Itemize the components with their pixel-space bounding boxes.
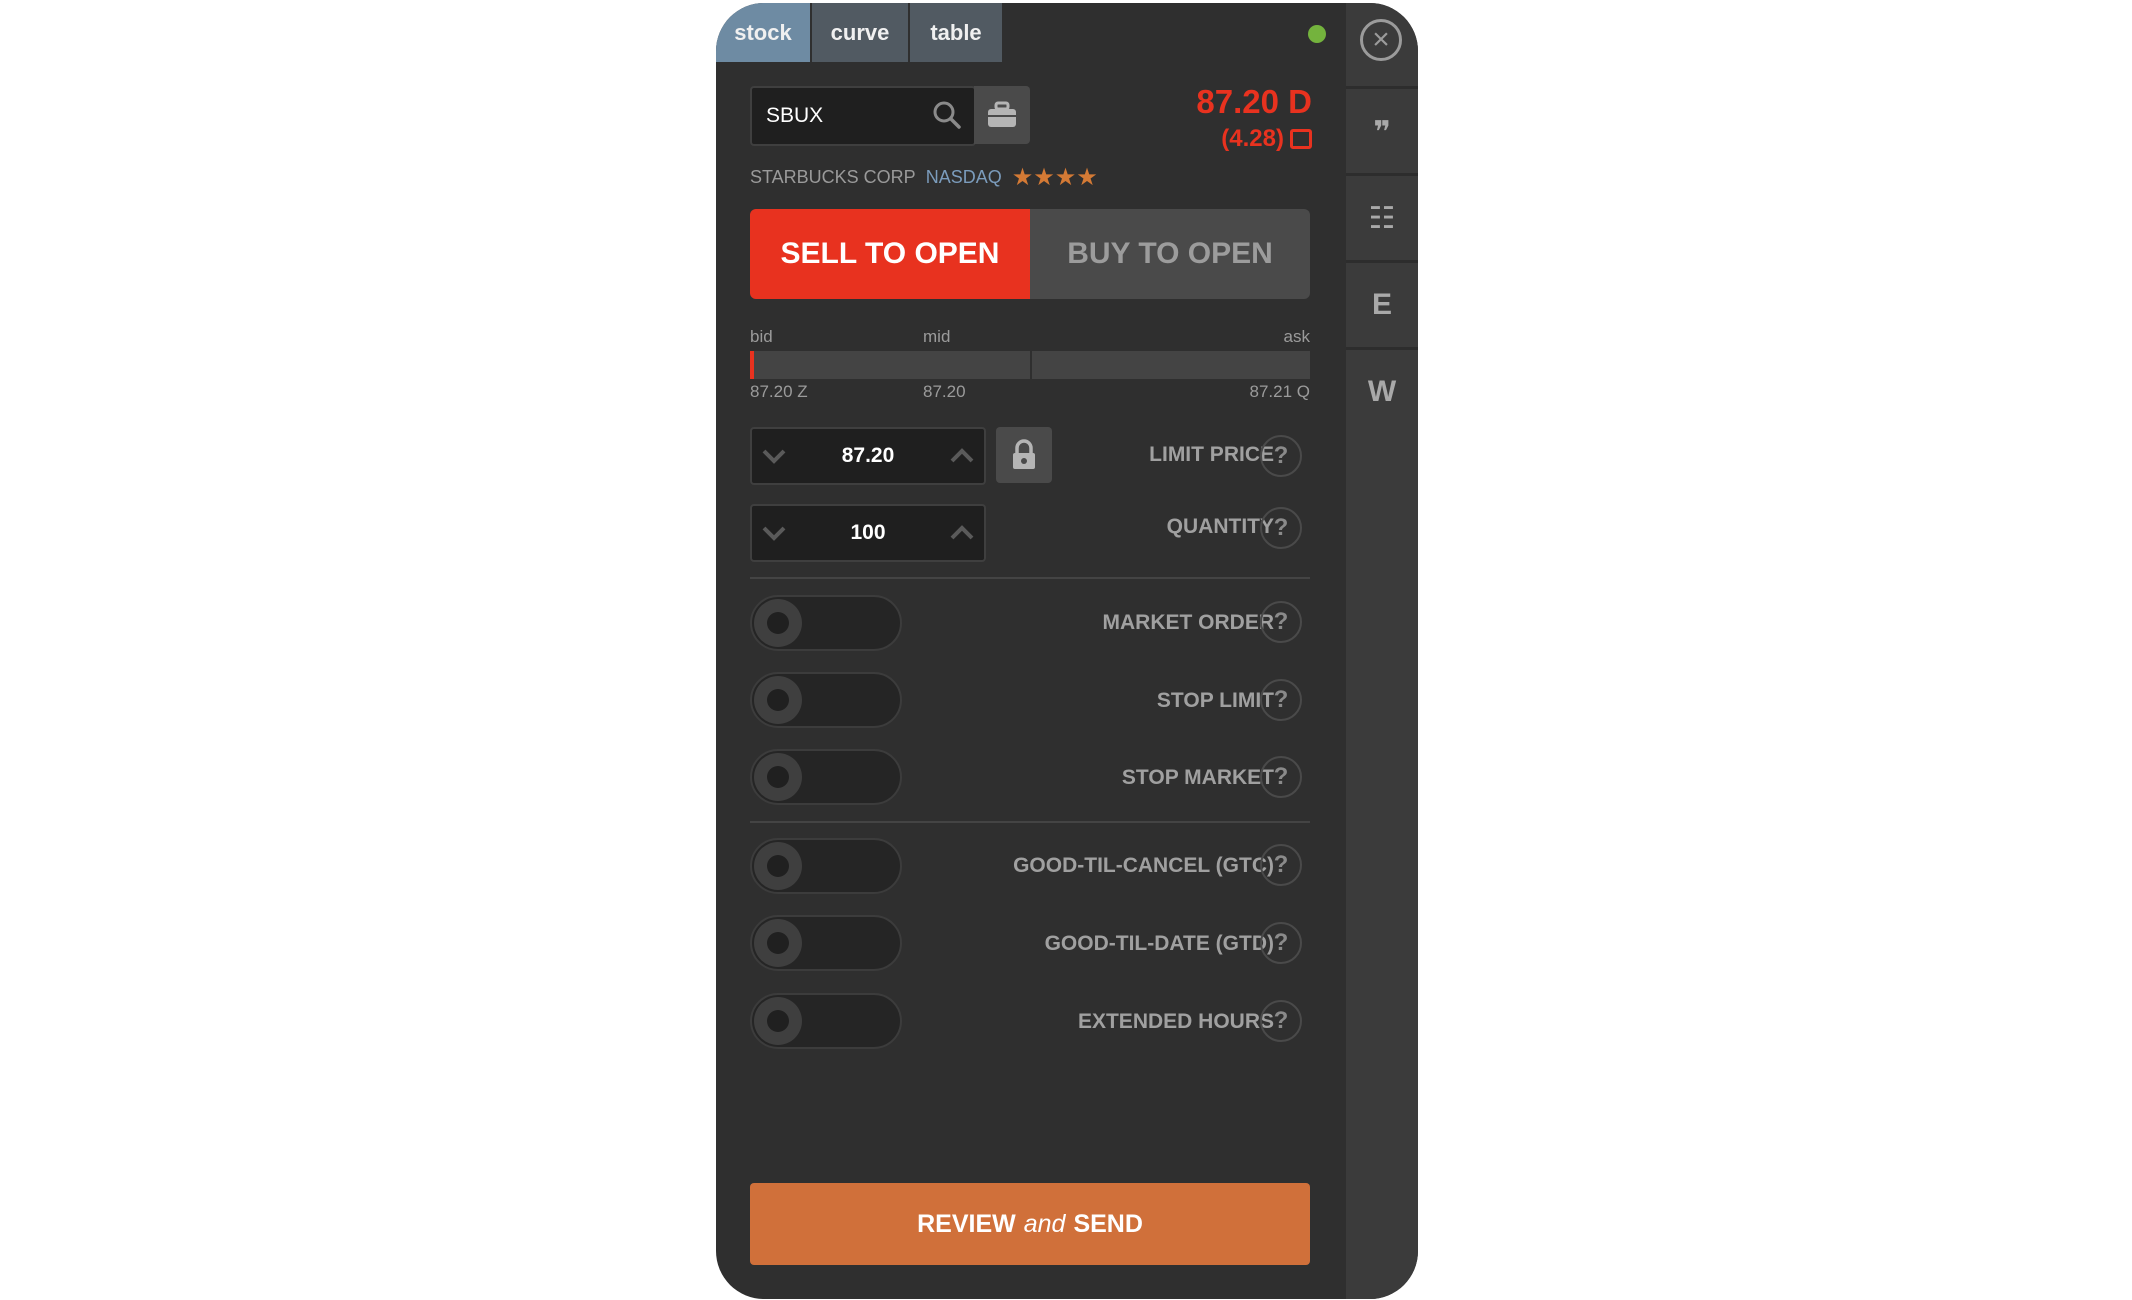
help-icon[interactable]: ? bbox=[1260, 844, 1302, 886]
chat-icon[interactable] bbox=[1290, 129, 1312, 149]
limit-price-value[interactable]: 87.20 bbox=[842, 444, 895, 468]
toggle-knob bbox=[754, 997, 802, 1045]
help-icon[interactable]: ? bbox=[1260, 679, 1302, 721]
lock-icon[interactable] bbox=[996, 427, 1052, 483]
help-icon[interactable]: ? bbox=[1260, 435, 1302, 477]
extended-hours-toggle[interactable] bbox=[750, 993, 902, 1049]
tab-curve[interactable]: curve bbox=[812, 3, 910, 62]
review-text: REVIEW bbox=[917, 1209, 1016, 1238]
last-price: 87.20 D bbox=[1196, 83, 1312, 120]
toggle-knob-dot bbox=[767, 612, 789, 634]
sell-to-open-button[interactable]: SELL TO OPEN bbox=[750, 209, 1030, 299]
review-and-text: and bbox=[1023, 1209, 1066, 1238]
order-side-toggle: SELL TO OPEN BUY TO OPEN bbox=[750, 209, 1310, 299]
price-change: (4.28) bbox=[1221, 125, 1312, 153]
toggle-knob bbox=[754, 919, 802, 967]
tab-stock[interactable]: stock bbox=[716, 3, 812, 62]
bid-ask-slider[interactable] bbox=[750, 351, 1310, 379]
price-change-value: (4.28) bbox=[1221, 125, 1284, 152]
order-ticket-panel: stock curve table × ❞ ☷ E W 87.20 D (4.2… bbox=[716, 3, 1418, 1299]
gtc-toggle[interactable] bbox=[750, 838, 902, 894]
side-nav-divider bbox=[1346, 86, 1418, 89]
chevron-down-icon[interactable] bbox=[752, 429, 796, 483]
tab-table[interactable]: table bbox=[910, 3, 1004, 62]
chevron-up-icon[interactable] bbox=[940, 506, 984, 560]
stop-market-label: STOP MARKET bbox=[1121, 766, 1274, 789]
extended-hours-label: EXTENDED HOURS bbox=[1077, 1010, 1274, 1033]
chevron-up-icon[interactable] bbox=[940, 429, 984, 483]
quantity-label: QUANTITY bbox=[1166, 515, 1274, 538]
review-and-send-button[interactable]: REVIEW and SEND bbox=[750, 1183, 1310, 1265]
company-name: STARBUCKS CORP bbox=[750, 167, 916, 187]
price-marker[interactable] bbox=[750, 351, 754, 379]
market-order-toggle[interactable] bbox=[750, 595, 902, 651]
mid-marker bbox=[1030, 351, 1032, 379]
quote-icon[interactable]: ❞ bbox=[1346, 90, 1418, 174]
quantity-value[interactable]: 100 bbox=[850, 521, 885, 545]
search-icon[interactable] bbox=[932, 100, 962, 135]
list-icon[interactable]: ☷ bbox=[1346, 176, 1418, 260]
buy-to-open-button[interactable]: BUY TO OPEN bbox=[1030, 209, 1310, 299]
spread-values: 87.20 Z 87.20 87.21 Q bbox=[750, 382, 1310, 402]
toggle-knob-dot bbox=[767, 766, 789, 788]
limit-price-label: LIMIT PRICE bbox=[1149, 443, 1274, 466]
bid-value: 87.20 Z bbox=[750, 382, 808, 401]
help-icon[interactable]: ? bbox=[1260, 922, 1302, 964]
company-info: STARBUCKS CORP NASDAQ ★★★★ bbox=[750, 163, 1098, 192]
help-icon[interactable]: ? bbox=[1260, 601, 1302, 643]
divider bbox=[750, 821, 1310, 823]
briefcase-icon[interactable] bbox=[974, 86, 1030, 144]
spread-labels: bid mid ask bbox=[750, 327, 1310, 347]
toggle-knob bbox=[754, 753, 802, 801]
stop-market-toggle[interactable] bbox=[750, 749, 902, 805]
side-nav: × ❞ ☷ E W bbox=[1346, 3, 1418, 1299]
side-nav-w[interactable]: W bbox=[1346, 350, 1418, 434]
mid-label: mid bbox=[923, 327, 951, 346]
symbol-search-input[interactable] bbox=[752, 103, 928, 129]
divider bbox=[750, 577, 1310, 579]
market-order-label: MARKET ORDER bbox=[1102, 611, 1275, 634]
connection-status-indicator bbox=[1308, 25, 1326, 43]
review-send-text: SEND bbox=[1073, 1209, 1143, 1238]
ask-label: ask bbox=[1283, 327, 1310, 346]
help-icon[interactable]: ? bbox=[1260, 756, 1302, 798]
stop-limit-label: STOP LIMIT bbox=[1156, 689, 1274, 712]
toggle-knob-dot bbox=[767, 1010, 789, 1032]
rating-stars: ★★★★ bbox=[1011, 164, 1098, 191]
toggle-knob-dot bbox=[767, 689, 789, 711]
toggle-knob bbox=[754, 842, 802, 890]
gtd-toggle[interactable] bbox=[750, 915, 902, 971]
mid-value: 87.20 bbox=[923, 382, 966, 401]
quantity-stepper: 100 bbox=[750, 504, 986, 562]
bid-label: bid bbox=[750, 327, 773, 346]
tab-bar: stock curve table bbox=[716, 3, 1004, 62]
toggle-knob bbox=[754, 676, 802, 724]
close-icon[interactable]: × bbox=[1360, 19, 1402, 61]
stop-limit-toggle[interactable] bbox=[750, 672, 902, 728]
ask-value: 87.21 Q bbox=[1249, 382, 1311, 401]
toggle-knob-dot bbox=[767, 855, 789, 877]
toggle-knob bbox=[754, 599, 802, 647]
help-icon[interactable]: ? bbox=[1260, 1000, 1302, 1042]
gtd-label: GOOD-TIL-DATE (GTD) bbox=[1044, 932, 1274, 955]
symbol-search-box bbox=[750, 86, 976, 146]
toggle-knob-dot bbox=[767, 932, 789, 954]
gtc-label: GOOD-TIL-CANCEL (GTC) bbox=[1013, 854, 1274, 877]
exchange-name: NASDAQ bbox=[925, 167, 1002, 187]
chevron-down-icon[interactable] bbox=[752, 506, 796, 560]
limit-price-stepper: 87.20 bbox=[750, 427, 986, 485]
side-nav-e[interactable]: E bbox=[1346, 263, 1418, 347]
help-icon[interactable]: ? bbox=[1260, 507, 1302, 549]
